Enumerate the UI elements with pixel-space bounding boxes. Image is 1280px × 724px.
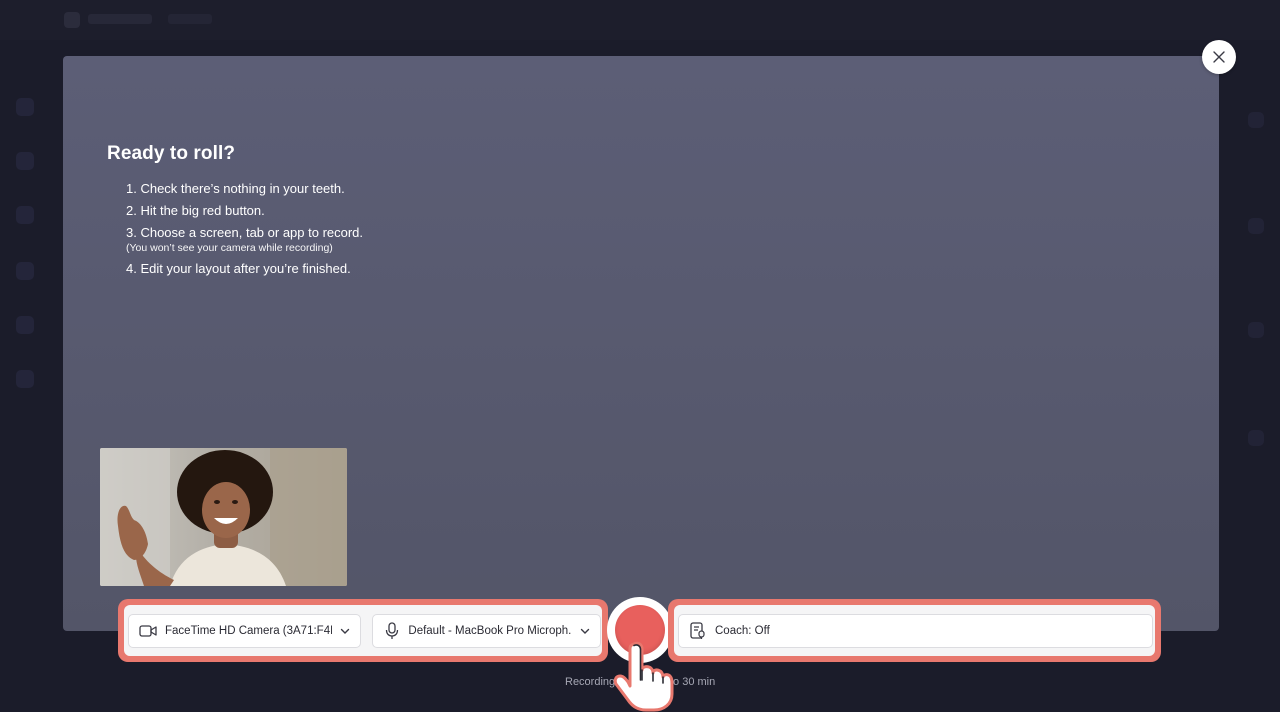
background-sidebar-icon: [16, 316, 34, 334]
microphone-select[interactable]: Default - MacBook Pro Microph...: [372, 614, 601, 648]
background-sidebar-icon: [16, 262, 34, 280]
background-toolbar-icon: [1248, 430, 1264, 446]
background-app-subtitle: [168, 14, 212, 24]
microphone-select-label: Default - MacBook Pro Microph...: [408, 625, 572, 637]
instruction-step: 1. Check there’s nothing in your teeth.: [126, 181, 345, 196]
bottom-strip: [0, 712, 1280, 724]
coach-toggle-button[interactable]: Coach: Off: [678, 614, 1153, 648]
instruction-step: 3. Choose a screen, tab or app to record…: [126, 225, 364, 240]
camera-preview: [100, 448, 347, 586]
close-icon: [1213, 51, 1225, 63]
video-camera-icon: [139, 622, 157, 640]
camera-select-label: FaceTime HD Camera (3A71:F4B5): [165, 625, 332, 637]
recording-limit-text-end: to 30 min: [670, 676, 716, 688]
instruction-step: 4. Edit your layout after you’re finishe…: [126, 261, 351, 276]
recording-limit-text-start: Recording: [565, 676, 616, 688]
background-toolbar-icon: [1248, 112, 1264, 128]
page-title: Ready to roll?: [107, 143, 236, 164]
camera-select[interactable]: FaceTime HD Camera (3A71:F4B5): [128, 614, 361, 648]
chevron-down-icon: [340, 626, 350, 636]
instruction-note: (You won’t see your camera while recordi…: [126, 242, 333, 254]
microphone-icon: [383, 622, 400, 640]
background-toolbar-icon: [1248, 322, 1264, 338]
background-sidebar-icon: [16, 206, 34, 224]
background-toolbar-icon: [1248, 218, 1264, 234]
speaker-coach-icon: [689, 622, 707, 640]
instruction-step: 2. Hit the big red button.: [126, 203, 265, 218]
close-button[interactable]: [1202, 40, 1236, 74]
background-sidebar-icon: [16, 370, 34, 388]
coach-label: Coach: Off: [715, 625, 770, 637]
background-sidebar-icon: [16, 152, 34, 170]
app-logo-icon: [64, 12, 80, 28]
background-sidebar-icon: [16, 98, 34, 116]
chevron-down-icon: [580, 626, 590, 636]
background-app-title: [88, 14, 152, 24]
hand-cursor-icon: [613, 641, 674, 712]
